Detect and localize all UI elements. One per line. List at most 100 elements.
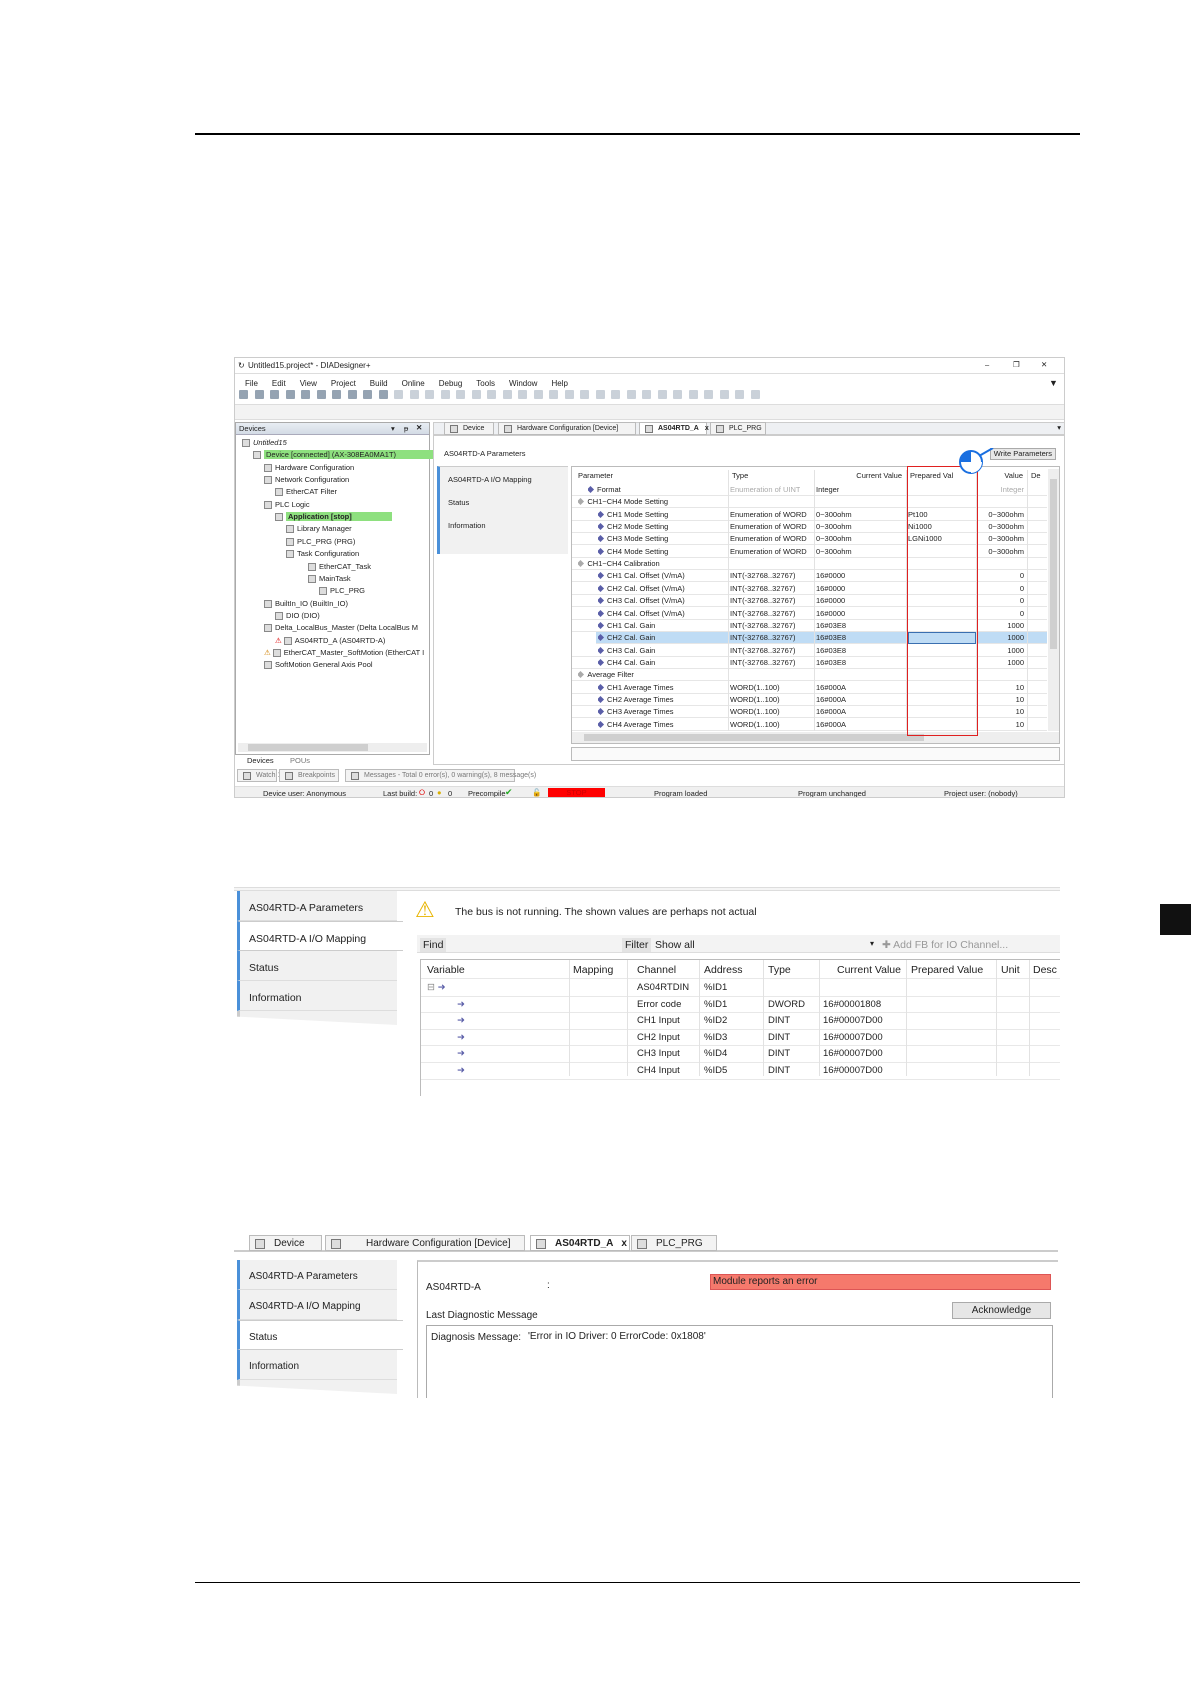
io-row[interactable]: ➜ Error code %ID1 DWORD 16#00001808 <box>421 997 1060 1014</box>
bookmark-next-icon[interactable] <box>487 390 496 399</box>
tree-item[interactable]: PLC Logic <box>264 499 310 511</box>
tab-list-dropdown-icon[interactable]: ▾ <box>1057 423 1061 432</box>
close-button[interactable]: ✕ <box>1041 360 1047 369</box>
nav-item[interactable]: Information <box>237 1350 397 1380</box>
tree-item[interactable]: PLC_PRG <box>319 585 365 597</box>
run-to-cursor-icon[interactable] <box>704 390 713 399</box>
new-icon[interactable] <box>239 390 248 399</box>
step-out-icon[interactable] <box>688 390 698 399</box>
tab-pous[interactable]: POUs <box>280 756 310 765</box>
find-in-project-icon[interactable] <box>425 390 434 399</box>
copy-icon[interactable] <box>347 390 357 399</box>
find-icon[interactable] <box>394 390 403 399</box>
tree-horizontal-scrollbar[interactable] <box>238 743 427 752</box>
editor-tab[interactable]: Device <box>249 1235 322 1251</box>
editor-tab[interactable]: PLC_PRG <box>631 1235 717 1251</box>
build-icon[interactable] <box>518 390 527 399</box>
tree-item[interactable]: MainTask <box>308 573 351 585</box>
nav-item[interactable]: Information <box>237 981 397 1011</box>
menu-edit[interactable]: Edit <box>272 379 286 388</box>
column-header[interactable]: Desc <box>1033 962 1057 979</box>
editor-tab[interactable]: Hardware Configuration [Device] <box>325 1235 525 1251</box>
minimize-button[interactable]: – <box>985 360 989 369</box>
add-folder-icon[interactable] <box>549 390 558 399</box>
menu-file[interactable]: File <box>245 379 258 388</box>
nav-item[interactable]: AS04RTD-A I/O Mapping <box>237 921 403 951</box>
stop-icon[interactable] <box>611 390 620 399</box>
nav-item[interactable]: AS04RTD-A Parameters <box>237 891 397 921</box>
acknowledge-button[interactable]: Acknowledge <box>952 1302 1051 1319</box>
replace-icon[interactable] <box>409 390 419 399</box>
menu-view[interactable]: View <box>300 379 317 388</box>
tree-item[interactable]: Hardware Configuration <box>264 462 354 474</box>
column-header[interactable]: De <box>1031 470 1041 482</box>
tree-item[interactable]: ⚠ AS04RTD_A (AS04RTD-A) <box>275 635 385 647</box>
tree-item[interactable]: DIO (DIO) <box>275 610 320 622</box>
column-header[interactable]: Mapping <box>573 962 613 979</box>
nav-item[interactable]: Status <box>237 1320 403 1350</box>
tree-item[interactable]: Task Configuration <box>286 548 359 560</box>
tree-item[interactable]: SoftMotion General Axis Pool <box>264 659 373 671</box>
breakpoint-icon[interactable] <box>642 390 651 399</box>
panel-close-icon[interactable]: ✕ <box>416 423 422 432</box>
bookmark-clear-icon[interactable] <box>502 390 512 399</box>
tree-item[interactable]: Network Configuration <box>264 474 349 486</box>
menu-tools[interactable]: Tools <box>476 379 495 388</box>
find-button[interactable]: Find <box>420 938 447 952</box>
tree-item[interactable]: EtherCAT_Task <box>308 561 371 573</box>
paste-icon[interactable] <box>363 390 372 399</box>
logout-icon[interactable] <box>580 390 589 399</box>
io-row[interactable]: ➜ CH2 Input %ID3 DINT 16#00007D00 <box>421 1030 1060 1047</box>
undo-icon[interactable] <box>301 390 310 399</box>
collapse-icon[interactable]: ⊟ <box>427 982 438 993</box>
settings-icon[interactable] <box>750 390 760 399</box>
io-row[interactable]: ⊟ ➜ AS04RTDIN %ID1 <box>421 980 1060 997</box>
restore-button[interactable]: ❐ <box>1013 360 1020 369</box>
menu-build[interactable]: Build <box>370 379 388 388</box>
menu-online[interactable]: Online <box>402 379 425 388</box>
lock-icon[interactable]: 🔓 <box>532 788 541 797</box>
editor-tab[interactable]: Device <box>444 422 494 435</box>
bookmark-icon[interactable] <box>456 390 465 399</box>
nav-item[interactable]: AS04RTD-A I/O Mapping <box>237 1290 397 1320</box>
nav-item[interactable]: Status <box>448 498 469 507</box>
tree-item[interactable]: ⚠ EtherCAT_Master_SoftMotion (EtherCAT I <box>264 647 424 659</box>
column-header[interactable]: Unit <box>1001 962 1020 979</box>
grid-vertical-scrollbar[interactable] <box>1048 469 1059 731</box>
tab-watch[interactable]: Watch 1 <box>237 769 281 782</box>
editor-tab[interactable]: AS04RTD_A x <box>530 1235 630 1251</box>
tree-item[interactable]: Library Manager <box>286 523 352 535</box>
column-header[interactable]: Prepared Value <box>911 962 983 979</box>
editor-tab[interactable]: AS04RTD_A x <box>639 422 709 435</box>
filter-select[interactable]: Show all <box>655 939 695 951</box>
menu-help[interactable]: Help <box>551 379 567 388</box>
tree-item[interactable]: BuiltIn_IO (BuiltIn_IO) <box>264 598 348 610</box>
cut-icon[interactable] <box>332 390 341 399</box>
tree-item[interactable]: Untitled15 <box>242 437 287 449</box>
reset-icon[interactable] <box>626 390 636 399</box>
run-icon[interactable] <box>595 390 605 399</box>
print-icon[interactable] <box>285 390 295 399</box>
tree-item[interactable]: Device [connected] (AX-308EA0MA1T) <box>253 449 437 461</box>
tab-devices[interactable]: Devices <box>237 756 274 765</box>
redo-icon[interactable] <box>316 390 326 399</box>
tab-close-icon[interactable]: x <box>621 1238 627 1249</box>
editor-tab[interactable]: PLC_PRG <box>710 422 766 435</box>
nav-item[interactable]: AS04RTD-A I/O Mapping <box>448 475 532 484</box>
save-icon[interactable] <box>270 390 279 399</box>
column-header[interactable]: Parameter <box>578 470 613 482</box>
nav-item[interactable]: Status <box>237 951 397 981</box>
add-object-icon[interactable] <box>533 390 543 399</box>
column-header[interactable]: Current Value <box>818 470 902 482</box>
column-header[interactable]: Variable <box>427 962 465 979</box>
column-header[interactable]: Type <box>768 962 791 979</box>
step-into-icon[interactable] <box>673 390 682 399</box>
write-values-icon[interactable] <box>719 390 729 399</box>
pin-icon[interactable]: ᵽ <box>404 424 408 433</box>
nav-item[interactable]: Information <box>448 521 486 530</box>
tree-item[interactable]: EtherCAT Filter <box>275 486 337 498</box>
nav-item[interactable]: AS04RTD-A Parameters <box>237 1260 397 1290</box>
io-row[interactable]: ➜ CH1 Input %ID2 DINT 16#00007D00 <box>421 1013 1060 1030</box>
tab-breakpoints[interactable]: Breakpoints <box>279 769 339 782</box>
io-row[interactable]: ➜ CH3 Input %ID4 DINT 16#00007D00 <box>421 1046 1060 1063</box>
